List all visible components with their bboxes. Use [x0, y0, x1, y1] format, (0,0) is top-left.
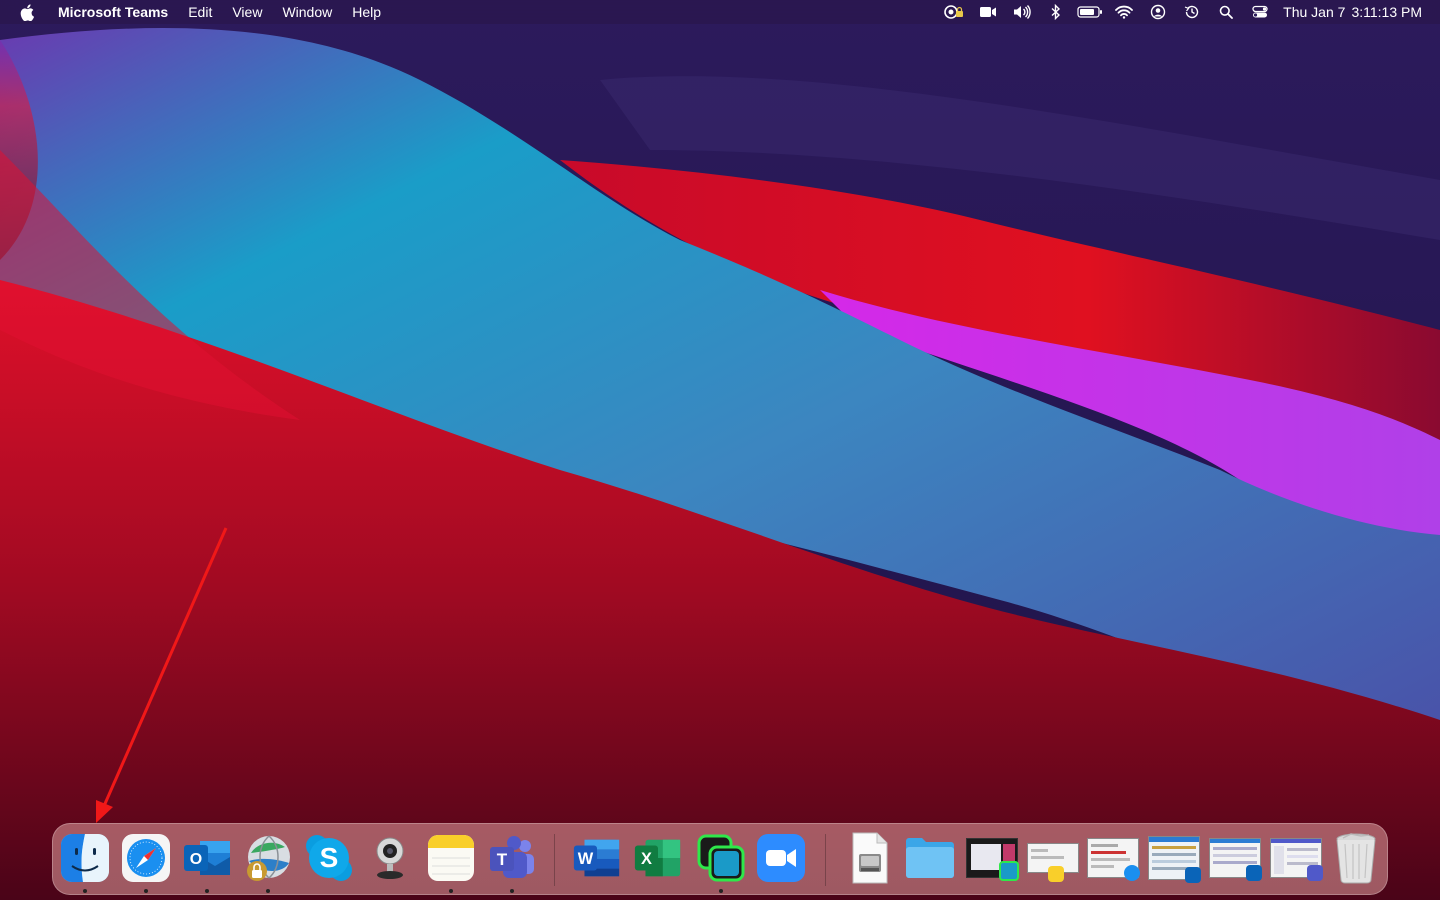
dock-excel[interactable]: X — [632, 832, 684, 884]
safari-badge-icon — [1124, 865, 1140, 881]
outlook-badge-icon — [1246, 865, 1262, 881]
dock-trash[interactable] — [1330, 832, 1382, 884]
bluetooth-icon[interactable] — [1039, 0, 1073, 24]
running-indicator — [719, 889, 723, 893]
menu-bar-clock[interactable]: Thu Jan 7 3:11:13 PM — [1277, 0, 1422, 24]
dock-separator — [825, 834, 826, 886]
skype-letter: S — [320, 842, 339, 873]
dock: O S T W X — [52, 823, 1388, 895]
running-indicator — [449, 889, 453, 893]
trash-icon — [1336, 833, 1376, 884]
dock-green-app[interactable] — [695, 832, 747, 893]
dock-window-thumb-1[interactable] — [1026, 832, 1080, 884]
desktop-wallpaper — [0, 0, 1440, 900]
window-thumbnail — [1087, 838, 1140, 881]
dock-skype[interactable]: S — [303, 832, 355, 884]
dock-folder[interactable] — [904, 832, 956, 884]
green-app-icon — [697, 834, 745, 882]
menu-edit[interactable]: Edit — [178, 0, 222, 24]
menu-view[interactable]: View — [222, 0, 272, 24]
control-center-icon[interactable] — [1243, 0, 1277, 24]
dock-separator — [554, 834, 555, 886]
dock-vpn-client[interactable] — [242, 832, 294, 893]
user-icon[interactable] — [1141, 0, 1175, 24]
running-indicator — [205, 889, 209, 893]
running-indicator — [510, 889, 514, 893]
folder-icon — [906, 838, 954, 878]
dock-webcam[interactable] — [364, 832, 416, 884]
window-thumbnail — [1027, 843, 1079, 882]
wifi-icon[interactable] — [1107, 0, 1141, 24]
disk-image-icon — [852, 832, 888, 884]
battery-icon[interactable] — [1073, 0, 1107, 24]
green-app-badge-icon — [999, 861, 1019, 881]
excel-icon: X — [634, 839, 681, 877]
window-thumbnail — [1209, 838, 1262, 881]
window-thumbnail — [1270, 838, 1323, 881]
dock-teams[interactable]: T — [486, 832, 538, 893]
dock-outlook[interactable]: O — [181, 832, 233, 893]
teams-letter: T — [497, 850, 508, 869]
notes-icon — [428, 835, 474, 881]
dock-safari[interactable] — [120, 832, 172, 893]
window-thumbnail — [1148, 836, 1201, 883]
menu-help[interactable]: Help — [342, 0, 391, 24]
safari-icon — [122, 834, 170, 882]
dock-screenshot-1[interactable] — [965, 832, 1019, 884]
screenshot-thumbnail — [966, 838, 1019, 881]
dock-window-thumb-2[interactable] — [1086, 832, 1140, 884]
volume-icon[interactable] — [1005, 0, 1039, 24]
outlook-icon: O — [184, 841, 230, 875]
outlook-letter: O — [190, 851, 202, 868]
clock-time: 3:11:13 PM — [1351, 4, 1422, 20]
webcam-icon — [376, 837, 404, 879]
running-indicator — [266, 889, 270, 893]
teams-lock-icon[interactable] — [937, 0, 971, 24]
menu-bar: Microsoft Teams Edit View Window Help Th… — [0, 0, 1440, 24]
zoom-icon — [757, 834, 805, 882]
running-indicator — [144, 889, 148, 893]
word-letter: W — [578, 850, 594, 868]
teams-icon: T — [490, 836, 534, 878]
clock-day: Thu Jan 7 — [1283, 4, 1346, 20]
dock-word[interactable]: W — [571, 832, 623, 884]
dock-disk-image[interactable] — [843, 832, 895, 884]
skype-icon: S — [306, 835, 352, 881]
dock-zoom[interactable] — [755, 832, 807, 884]
teams-badge-icon — [1307, 865, 1323, 881]
running-indicator — [83, 889, 87, 893]
dock-window-thumb-3[interactable] — [1147, 832, 1201, 884]
app-menu[interactable]: Microsoft Teams — [48, 0, 178, 24]
apple-menu-icon[interactable] — [0, 3, 48, 21]
dock-notes[interactable] — [425, 832, 477, 893]
excel-letter: X — [641, 850, 652, 868]
dock-window-thumb-5[interactable] — [1269, 832, 1323, 884]
notes-badge-icon — [1048, 866, 1064, 882]
outlook-badge-icon — [1185, 867, 1201, 883]
word-icon: W — [573, 839, 620, 877]
search-icon[interactable] — [1209, 0, 1243, 24]
dock-window-thumb-4[interactable] — [1208, 832, 1262, 884]
vpn-globe-icon — [247, 835, 290, 881]
finder-icon — [61, 834, 109, 882]
dock-finder[interactable] — [59, 832, 111, 893]
menu-window[interactable]: Window — [272, 0, 342, 24]
time-machine-icon[interactable] — [1175, 0, 1209, 24]
video-icon[interactable] — [971, 0, 1005, 24]
